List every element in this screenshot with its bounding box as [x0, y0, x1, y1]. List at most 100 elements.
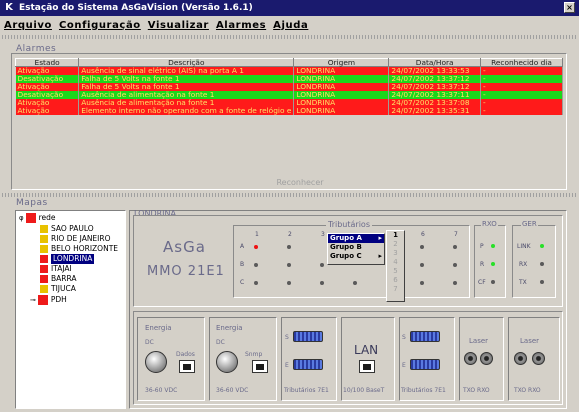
menu-visualizar[interactable]: Visualizar [148, 20, 209, 31]
menu-item-grupo-a[interactable]: Grupo A ▸ [328, 234, 384, 243]
db-connector-icon[interactable] [410, 359, 440, 370]
cell-estado: Ativação [15, 106, 80, 115]
led-a7[interactable] [453, 245, 457, 249]
led-c2[interactable] [287, 281, 291, 285]
cell-estado: Desativação [15, 74, 80, 83]
submenu-item[interactable]: 1 [387, 231, 404, 240]
module-title: Laser [469, 337, 489, 345]
tree-item-selected[interactable]: LONDRINA [40, 254, 95, 264]
tree-item[interactable]: ⊸ PDH [30, 295, 67, 305]
table-row[interactable]: Ativação Ausência de sinal elétrico (AIS… [15, 66, 564, 75]
led-b2[interactable] [287, 263, 291, 267]
tree-root[interactable]: φ rede [19, 213, 56, 223]
led-cf [491, 280, 495, 284]
col-reconhecido[interactable]: Reconhecido dia [479, 58, 564, 67]
submenu-item[interactable]: 7 [387, 285, 404, 294]
db-connector-icon[interactable] [410, 331, 440, 342]
table-row[interactable]: Desativação Ausência de alimentação na f… [15, 90, 564, 99]
submenu-item[interactable]: 3 [387, 249, 404, 258]
led-label: LINK [517, 243, 531, 250]
cell-rec: - [480, 82, 564, 91]
col-data-hora[interactable]: Data/Hora [388, 58, 481, 67]
submenu-arrow-icon: ▸ [378, 234, 382, 242]
collapse-icon[interactable]: ⊸ [30, 295, 36, 305]
tree-item[interactable]: SAO PAULO [40, 224, 94, 234]
menu-arquivo[interactable]: Arquivo [4, 20, 52, 31]
ethernet-port-icon[interactable] [252, 360, 268, 373]
submenu-item[interactable]: 4 [387, 258, 404, 267]
menu-configuracao[interactable]: Configuração [59, 20, 141, 31]
menu-ajuda[interactable]: Ajuda [273, 20, 308, 31]
led-tx [540, 280, 544, 284]
led-c7[interactable] [453, 281, 457, 285]
col-estado[interactable]: Estado [14, 58, 80, 67]
cell-estado: Ativação [15, 98, 80, 107]
menu-bar: Arquivo Configuração Visualizar Alarmes … [0, 17, 579, 33]
maps-group-label: Mapas [16, 198, 48, 208]
table-row[interactable]: Ativação Falha de 5 Volts na fonte 1 LON… [15, 82, 564, 91]
port-s-label: S [285, 334, 289, 341]
menu-item-label: Grupo A [330, 234, 362, 242]
tree-item[interactable]: TIJUCA [40, 284, 76, 294]
alarms-table: Estado Descrição Origem Data/Hora Reconh… [14, 58, 564, 115]
tree-item[interactable]: BARRA [40, 274, 77, 284]
close-button[interactable]: × [564, 2, 575, 13]
led-c1[interactable] [254, 281, 258, 285]
led-b1[interactable] [254, 263, 258, 267]
dc-label: DC [216, 339, 225, 346]
menu-item-grupo-c[interactable]: Grupo C ▸ [328, 252, 384, 261]
led-label: TX [519, 279, 527, 286]
cell-data: 24/07/2002 13:37:12 [388, 82, 481, 91]
cell-rec: - [480, 98, 564, 107]
acknowledge-button[interactable]: Reconhecer [270, 178, 330, 188]
submenu-item[interactable]: 2 [387, 240, 404, 249]
ethernet-port-icon[interactable] [179, 360, 195, 373]
ethernet-port-icon[interactable] [359, 360, 375, 373]
menu-item-grupo-b[interactable]: Grupo B [328, 243, 384, 252]
title-bar: K Estação do Sistema AsGaVision (Versão … [0, 0, 579, 16]
led-a1[interactable] [254, 245, 258, 249]
cell-descricao: Elemento interno não operando com a font… [78, 106, 295, 115]
table-row[interactable]: Desativação Falha de 5 Volts na fonte 1 … [15, 74, 564, 83]
led-b7[interactable] [453, 263, 457, 267]
cell-descricao: Falha de 5 Volts na fonte 1 [78, 74, 295, 83]
tree-item-label: TIJUCA [51, 284, 76, 293]
row-label: A [240, 243, 245, 250]
led-c4[interactable] [353, 281, 357, 285]
tree-item[interactable]: BELO HORIZONTE [40, 244, 118, 254]
splitter[interactable] [2, 193, 577, 197]
submenu-item[interactable]: 5 [387, 267, 404, 276]
optical-port-icon[interactable] [480, 352, 493, 365]
optical-port-icon[interactable] [464, 352, 477, 365]
cell-estado: Ativação [15, 82, 80, 91]
port-submenu: 1 2 3 4 5 6 7 [386, 230, 405, 302]
col-origem[interactable]: Origem [293, 58, 390, 67]
led-c6[interactable] [420, 281, 424, 285]
tree-item-label: SAO PAULO [51, 224, 94, 233]
led-a6[interactable] [420, 245, 424, 249]
led-c3[interactable] [320, 281, 324, 285]
col-descricao[interactable]: Descrição [78, 58, 295, 67]
led-b6[interactable] [420, 263, 424, 267]
map-tree: φ rede SAO PAULO RIO DE JANEIRO BELO HOR… [15, 210, 126, 409]
led-b3[interactable] [320, 263, 324, 267]
optical-port-icon[interactable] [514, 352, 527, 365]
expand-icon[interactable]: φ [19, 213, 24, 223]
cell-rec: - [480, 90, 564, 99]
table-row[interactable]: Ativação Ausência de alimentação na font… [15, 98, 564, 107]
optical-port-icon[interactable] [532, 352, 545, 365]
db-connector-icon[interactable] [293, 331, 323, 342]
cell-descricao: Ausência de alimentação na fonte 1 [78, 90, 295, 99]
led-a2[interactable] [287, 245, 291, 249]
table-row[interactable]: Ativação Elemento interno não operando c… [15, 106, 564, 115]
submenu-item[interactable]: 6 [387, 276, 404, 285]
tree-item[interactable]: RIO DE JANEIRO [40, 234, 111, 244]
port-e-label: E [285, 362, 289, 369]
tree-item-label: BARRA [51, 274, 77, 283]
tree-item-label: BELO HORIZONTE [51, 244, 119, 253]
db-connector-icon[interactable] [293, 359, 323, 370]
tree-item[interactable]: ITAJAI [40, 264, 72, 274]
cell-data: 24/07/2002 13:37:11 [388, 90, 481, 99]
network-icon [25, 213, 36, 223]
menu-alarmes[interactable]: Alarmes [216, 20, 266, 31]
